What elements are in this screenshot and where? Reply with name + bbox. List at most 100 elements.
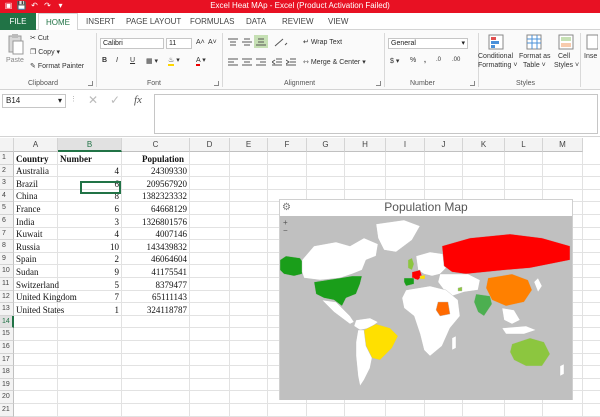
cell-a9[interactable]: Spain [16, 253, 37, 265]
tab-page-layout[interactable]: PAGE LAYOUT [126, 13, 181, 30]
percent-button[interactable]: % [410, 57, 416, 64]
row-header-8[interactable]: 8 [0, 240, 14, 253]
zoom-controls[interactable]: + − [283, 219, 288, 235]
format-as-table-button[interactable]: Format as [519, 53, 551, 60]
cell-b2[interactable]: 4 [58, 165, 120, 177]
tab-insert[interactable]: INSERT [86, 13, 115, 30]
cell-styles-icon[interactable] [558, 34, 574, 52]
cell-a10[interactable]: Sudan [16, 266, 39, 278]
column-header-e[interactable]: E [230, 138, 268, 152]
insert-button[interactable]: Inse [584, 53, 597, 60]
row-header-4[interactable]: 4 [0, 189, 14, 203]
cell-c3[interactable]: 209567920 [122, 178, 188, 190]
name-box[interactable]: B14 ▾ [2, 94, 66, 108]
bold-button[interactable]: B [102, 57, 107, 64]
align-left-icon[interactable] [228, 58, 238, 69]
align-center-icon[interactable] [242, 58, 252, 69]
clipboard-launcher-icon[interactable] [88, 81, 93, 86]
row-header-15[interactable]: 15 [0, 328, 14, 341]
select-all-corner[interactable] [0, 138, 14, 152]
cell-c6[interactable]: 1326801576 [122, 216, 187, 228]
row-header-3[interactable]: 3 [0, 177, 14, 190]
orientation-icon[interactable] [274, 38, 288, 49]
format-as-table-icon[interactable] [526, 34, 542, 52]
insert-function-button[interactable]: fx [134, 94, 142, 106]
row-header-10[interactable]: 10 [0, 265, 14, 278]
column-header-j[interactable]: J [425, 138, 463, 152]
cell-c10[interactable]: 41175541 [122, 266, 187, 278]
cell-b11[interactable]: 5 [58, 279, 120, 291]
increase-indent-icon[interactable] [285, 58, 296, 69]
cancel-entry-icon[interactable]: ✕ [88, 93, 98, 107]
tab-view[interactable]: VIEW [328, 13, 348, 30]
row-header-18[interactable]: 18 [0, 366, 14, 379]
grow-font-button[interactable]: A˄ [196, 39, 205, 46]
column-header-h[interactable]: H [345, 138, 386, 152]
row-header-13[interactable]: 13 [0, 303, 14, 316]
cell-a7[interactable]: Kuwait [16, 228, 43, 240]
tab-home[interactable]: HOME [38, 13, 78, 31]
cut-button[interactable]: ✂ Cut [30, 34, 49, 42]
cell-c1[interactable]: Population [142, 153, 184, 165]
tab-review[interactable]: REVIEW [282, 13, 314, 30]
column-header-i[interactable]: I [386, 138, 425, 152]
column-header-g[interactable]: G [307, 138, 345, 152]
paste-button[interactable]: Paste [6, 57, 24, 64]
active-cell-selection[interactable] [80, 181, 121, 194]
number-format-select[interactable]: General ▾ [388, 38, 468, 49]
decrease-decimal-button[interactable]: .00 [452, 57, 460, 63]
cell-a1[interactable]: Country [16, 153, 49, 165]
row-header-12[interactable]: 12 [0, 290, 14, 304]
zoom-out-button[interactable]: − [283, 227, 288, 235]
tab-data[interactable]: DATA [246, 13, 266, 30]
cell-styles-button[interactable]: Cell [558, 53, 570, 60]
cell-b13[interactable]: 1 [58, 304, 120, 316]
cell-c4[interactable]: 1382323332 [122, 190, 187, 202]
cell-a4[interactable]: China [16, 190, 38, 202]
tab-formulas[interactable]: FORMULAS [190, 13, 234, 30]
row-header-11[interactable]: 11 [0, 278, 14, 291]
conditional-formatting-icon[interactable] [488, 34, 504, 52]
cell-b10[interactable]: 9 [58, 266, 120, 278]
tab-file[interactable]: FILE [0, 13, 36, 30]
column-header-m[interactable]: M [543, 138, 583, 152]
cell-b9[interactable]: 2 [58, 253, 120, 265]
comma-button[interactable]: , [424, 57, 426, 64]
cell-c8[interactable]: 143439832 [122, 241, 188, 253]
cell-b7[interactable]: 4 [58, 228, 120, 240]
cell-b6[interactable]: 3 [58, 216, 120, 228]
cell-c12[interactable]: 65111143 [122, 291, 187, 303]
column-header-f[interactable]: F [268, 138, 307, 152]
decrease-indent-icon[interactable] [271, 58, 282, 69]
row-header-19[interactable]: 19 [0, 378, 14, 392]
population-map-chart[interactable]: Population Map ⚙ + − [279, 199, 573, 400]
row-header-6[interactable]: 6 [0, 215, 14, 228]
paste-icon[interactable] [6, 34, 24, 56]
underline-button[interactable]: U [130, 57, 135, 64]
insert-cells-icon[interactable] [586, 34, 599, 52]
number-launcher-icon[interactable] [470, 81, 475, 86]
column-header-b[interactable]: B [58, 138, 122, 152]
row-header-1[interactable]: 1 [0, 152, 14, 165]
cell-b12[interactable]: 7 [58, 291, 120, 303]
shrink-font-button[interactable]: A˅ [208, 39, 217, 46]
merge-center-button[interactable]: ⇿ Merge & Center ▾ [303, 58, 366, 66]
align-middle-icon[interactable] [242, 38, 252, 49]
column-header-c[interactable]: C [122, 138, 190, 152]
align-right-icon[interactable] [256, 58, 266, 69]
cell-a5[interactable]: France [16, 203, 41, 215]
cell-a13[interactable]: United States [16, 304, 64, 316]
italic-button[interactable]: I [116, 57, 118, 64]
cell-c11[interactable]: 8379477 [122, 279, 188, 291]
cell-c7[interactable]: 4007146 [122, 228, 188, 240]
cell-styles-button-line2[interactable]: Styles ˅ [554, 62, 579, 69]
increase-decimal-button[interactable]: .0 [436, 57, 441, 63]
font-color-button[interactable]: A ▾ [196, 56, 206, 66]
formula-input[interactable] [154, 94, 598, 134]
font-name-select[interactable]: Calibri [100, 38, 164, 49]
wrap-text-button[interactable]: ↵ Wrap Text [303, 38, 342, 46]
copy-button[interactable]: ❐ Copy ▾ [30, 48, 60, 56]
cell-a11[interactable]: Switzerland [16, 279, 59, 291]
conditional-formatting-button-line2[interactable]: Formatting ˅ [478, 62, 518, 69]
row-header-17[interactable]: 17 [0, 353, 14, 367]
